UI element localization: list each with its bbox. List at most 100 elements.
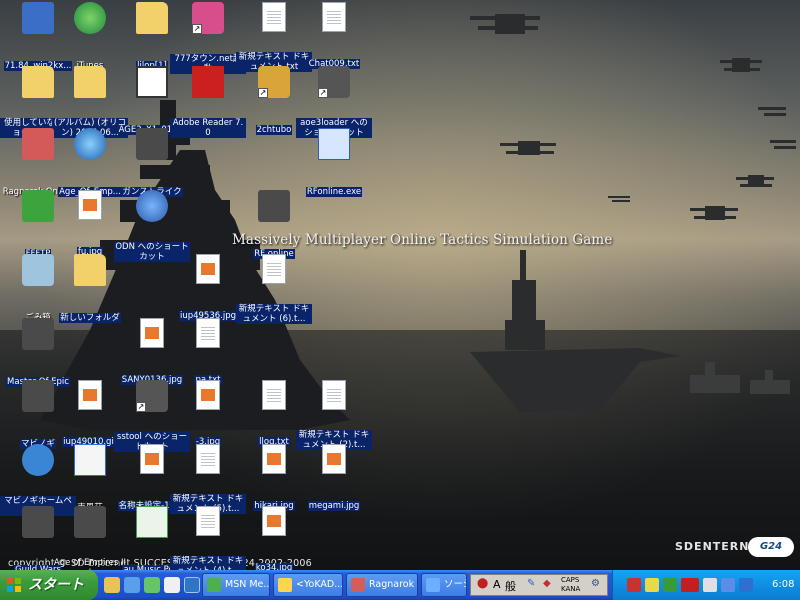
desktop-icon-label: RFonline.exe bbox=[305, 187, 363, 197]
folder-icon bbox=[74, 254, 106, 286]
start-label: スタート bbox=[28, 577, 84, 593]
task-social[interactable]: ソーシャ... bbox=[421, 573, 467, 597]
browser-icon bbox=[278, 578, 292, 592]
desktop-icon-label: 新規テキスト ドキュメント (4).t... bbox=[170, 556, 246, 570]
desktop-icon[interactable]: 新規テキスト ドキュメント (4).t... bbox=[170, 506, 246, 570]
text-file-icon bbox=[262, 380, 286, 410]
desktop-icon[interactable]: 新しいフォルダ bbox=[52, 254, 128, 324]
game-icon bbox=[258, 190, 290, 222]
desktop-icon[interactable]: ko34.jpg bbox=[236, 506, 312, 570]
task-msn[interactable]: MSN Me... bbox=[202, 573, 270, 597]
document-icon bbox=[22, 2, 54, 34]
text-file-icon bbox=[322, 380, 346, 410]
clock[interactable]: 6:08 bbox=[772, 579, 794, 590]
desktop-icon[interactable]: pa.txt bbox=[170, 318, 246, 386]
msn-icon bbox=[207, 578, 221, 592]
text-file-icon bbox=[262, 2, 286, 32]
ime-conversion[interactable]: 般 bbox=[505, 578, 516, 594]
desktop-icon[interactable]: Chat009.txt bbox=[296, 2, 372, 70]
ragnarok-icon bbox=[22, 128, 54, 160]
folder-icon bbox=[74, 66, 106, 98]
tray-app-icon[interactable] bbox=[645, 578, 659, 592]
volume-icon[interactable] bbox=[703, 578, 717, 592]
app-icon: ↗ bbox=[258, 66, 290, 98]
network-icon[interactable] bbox=[663, 578, 677, 592]
image-file-icon bbox=[140, 318, 164, 348]
tray-extra-icon[interactable] bbox=[739, 578, 753, 592]
image-file-icon bbox=[140, 444, 164, 474]
ime-caps: CAPS bbox=[561, 576, 580, 584]
game-icon bbox=[22, 380, 54, 412]
adobe-reader-icon bbox=[192, 66, 224, 98]
folder-icon bbox=[22, 66, 54, 98]
desktop-icon[interactable]: megami.jpg bbox=[296, 444, 372, 512]
mahjong-icon bbox=[74, 444, 106, 476]
desktop-icon-label: 2chtubo bbox=[255, 125, 293, 135]
game-icon bbox=[74, 506, 106, 538]
image-file-icon bbox=[322, 444, 346, 474]
image-file-icon bbox=[262, 506, 286, 536]
game-icon bbox=[136, 128, 168, 160]
start-button[interactable]: スタート bbox=[0, 570, 98, 600]
text-file-icon bbox=[196, 318, 220, 348]
image-file-icon bbox=[78, 190, 102, 220]
quicklaunch-ie-icon[interactable] bbox=[124, 577, 140, 593]
game-icon bbox=[22, 506, 54, 538]
ragnarok-icon bbox=[351, 578, 365, 592]
desktop-icon[interactable]: -3.jpg bbox=[170, 380, 246, 448]
desktop-icon[interactable]: 新規テキスト ドキュメント (6).t... bbox=[236, 254, 312, 325]
quicklaunch-media-icon[interactable] bbox=[144, 577, 160, 593]
ime-pad-icon[interactable]: ✎ bbox=[527, 578, 535, 589]
recycle-bin-icon bbox=[22, 254, 54, 286]
desktop-icon[interactable]: iup49536.jpg bbox=[170, 254, 246, 322]
wallpaper-badge: G24 bbox=[748, 537, 794, 557]
music-icon bbox=[136, 506, 168, 538]
desktop-icon[interactable]: RF online bbox=[236, 190, 312, 260]
ati-icon[interactable] bbox=[681, 578, 699, 592]
tray-misc-icon[interactable] bbox=[721, 578, 735, 592]
window-icon bbox=[426, 578, 440, 592]
ime-tool-icon[interactable]: ◆ bbox=[543, 578, 551, 589]
security-icon[interactable] bbox=[627, 578, 641, 592]
game-icon bbox=[22, 318, 54, 350]
game-launcher-icon: ↗ bbox=[192, 2, 224, 34]
quicklaunch-desktop-icon[interactable] bbox=[164, 577, 180, 593]
desktop-icon[interactable]: 新規テキスト ドキュメント (2).t... bbox=[296, 380, 372, 451]
itunes-icon bbox=[74, 2, 106, 34]
desktop-icon-label: megami.jpg bbox=[307, 501, 361, 511]
desktop-icon-label: 新規テキスト ドキュメント (6).t... bbox=[236, 304, 312, 324]
quicklaunch-explorer-icon[interactable] bbox=[104, 577, 120, 593]
text-file-icon bbox=[196, 444, 220, 474]
image-file-icon bbox=[78, 380, 102, 410]
desktop-icon[interactable]: 新規テキスト ドキュメント (5).t... bbox=[170, 444, 246, 515]
ime-options-icon[interactable]: ⚙ bbox=[591, 578, 600, 589]
desktop-icon[interactable]: ↗777タウン.net起動 bbox=[170, 2, 246, 75]
desktop-icon[interactable]: ガンストライク bbox=[114, 128, 190, 198]
text-file-icon bbox=[322, 2, 346, 32]
folder-icon bbox=[136, 2, 168, 34]
shortcut-icon: ↗ bbox=[318, 66, 350, 98]
desktop-icon[interactable]: ODN へのショートカット bbox=[114, 190, 190, 263]
ime-input-mode[interactable]: A bbox=[493, 578, 501, 591]
desktop-icon[interactable]: Master Of Epic bbox=[0, 318, 76, 388]
media-icon bbox=[74, 128, 106, 160]
text-file-icon bbox=[262, 254, 286, 284]
desktop-icon-label: ko34.jpg bbox=[254, 563, 294, 570]
image-file-icon bbox=[196, 254, 220, 284]
ime-kana: KANA bbox=[561, 585, 581, 593]
task-ragnarok[interactable]: Ragnarok bbox=[346, 573, 418, 597]
task-yokad[interactable]: <YoKAD... bbox=[273, 573, 343, 597]
quicklaunch-extra-icon[interactable] bbox=[184, 577, 200, 593]
installer-icon bbox=[136, 66, 168, 98]
web-shortcut-icon bbox=[22, 444, 54, 476]
network-icon bbox=[136, 190, 168, 222]
ftp-icon bbox=[22, 190, 54, 222]
desktop[interactable]: Massively Multiplayer Online Tactics Sim… bbox=[0, 0, 800, 570]
windows-flag-icon bbox=[7, 578, 21, 592]
image-file-icon bbox=[262, 444, 286, 474]
ime-bar[interactable]: ⬤ A 般 ✎ ◆ CAPS KANA ⚙ bbox=[470, 574, 608, 596]
desktop-icon[interactable]: RFonline.exe bbox=[296, 128, 372, 198]
taskbar: スタート MSN Me... <YoKAD... Ragnarok ソーシャ..… bbox=[0, 570, 800, 600]
exe-icon bbox=[318, 128, 350, 160]
ime-mode-icon[interactable]: ⬤ bbox=[477, 578, 488, 589]
